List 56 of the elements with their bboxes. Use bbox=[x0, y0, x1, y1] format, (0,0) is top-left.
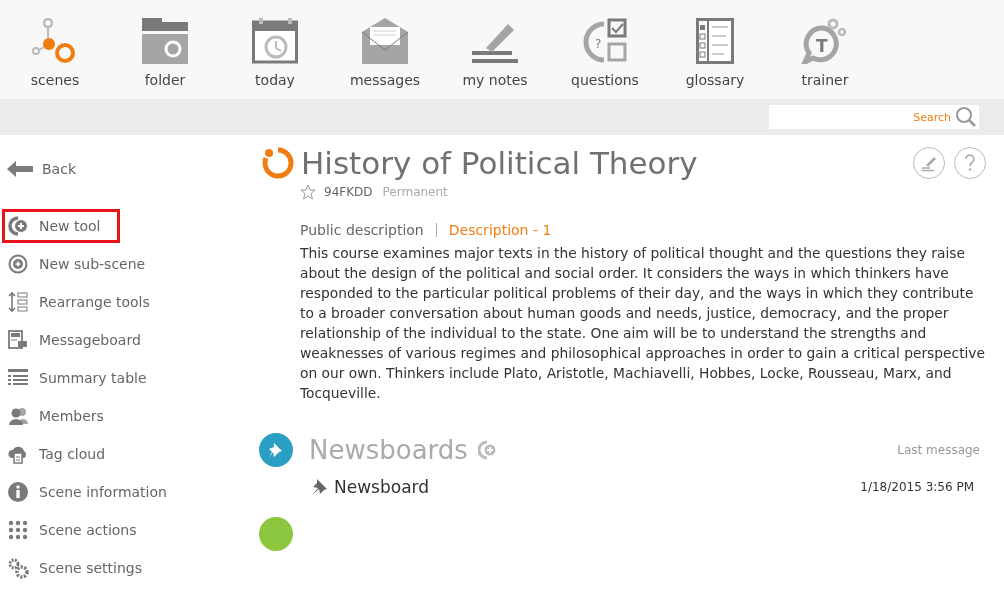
sidebar-item[interactable]: Summary table bbox=[0, 361, 157, 395]
pencil-icon bbox=[920, 154, 938, 172]
arc-icon bbox=[583, 21, 605, 63]
message-date: 1/18/2015 3:56 PM bbox=[860, 480, 974, 494]
trainer-letter: T bbox=[816, 36, 828, 56]
back-link[interactable]: Back bbox=[0, 152, 86, 186]
sidebar-item[interactable]: Messageboard bbox=[0, 323, 151, 357]
nav-item[interactable]: scenes bbox=[0, 0, 110, 99]
section-title: Newsboards bbox=[309, 435, 468, 465]
sidebar-item[interactable]: Scene actions bbox=[0, 513, 147, 547]
people-icon bbox=[7, 405, 29, 427]
scene-status: Permanent bbox=[382, 185, 448, 199]
question-mark-icon bbox=[963, 154, 977, 172]
newsboard-link[interactable]: Newsboard bbox=[334, 477, 430, 497]
nav-item[interactable]: my notes bbox=[440, 0, 550, 99]
nav-item[interactable]: today bbox=[220, 0, 330, 99]
description-tab[interactable]: Public description bbox=[300, 222, 424, 238]
description-text: This course examines major texts in the history of political thought and the questions they raise about the design of the political and social order. It considers the ways in which thinkers have responded to the particular political problems of their day, and the ways in which they contribute to a broader conversation about human goods and needs, justice, democracy, and the proper relationship of the individual to the state. One aim will be to understand the strengths and weaknesses of various regimes and philosophical approaches in order to gain a critical perspective on our own. Thinkers include Plato, Aristotle, Machiavelli, Hobbes, Locke, Rousseau, Marx, and Tocqueville. bbox=[300, 244, 986, 403]
add-tool-icon bbox=[7, 215, 29, 237]
envelope-icon bbox=[362, 18, 408, 64]
nav-item[interactable]: T trainer bbox=[770, 0, 880, 99]
board-icon bbox=[7, 329, 29, 351]
scene-title: History of Political Theory bbox=[301, 145, 699, 181]
nav-item[interactable]: messages bbox=[330, 0, 440, 99]
question-mark: ? bbox=[595, 37, 602, 51]
search-icon bbox=[955, 106, 977, 128]
add-circle-icon bbox=[7, 253, 29, 275]
gears-icon bbox=[827, 18, 847, 37]
folder-icon bbox=[142, 18, 188, 64]
nav-item[interactable]: ? questions bbox=[550, 0, 660, 99]
info-icon bbox=[7, 481, 29, 503]
settings-icon bbox=[7, 557, 29, 579]
pushpin-icon bbox=[310, 478, 328, 496]
checked-box-icon bbox=[607, 18, 627, 38]
scene-code: 94FKDD bbox=[324, 185, 373, 199]
empty-box-icon bbox=[607, 42, 627, 62]
sidebar-item[interactable]: Tag cloud bbox=[0, 437, 116, 471]
nav-item[interactable]: folder bbox=[110, 0, 220, 99]
favorite-star[interactable] bbox=[300, 184, 316, 200]
nav-item[interactable]: glossary bbox=[660, 0, 770, 99]
dots-grid-icon bbox=[7, 519, 29, 541]
search-field[interactable]: Search bbox=[769, 105, 979, 129]
reorder-icon bbox=[7, 291, 29, 313]
sidebar-item[interactable]: Scene information bbox=[0, 475, 177, 509]
add-button[interactable] bbox=[477, 440, 498, 460]
scene-logo-icon bbox=[261, 146, 295, 180]
column-label: Last message bbox=[897, 443, 980, 457]
back-arrow-icon bbox=[7, 161, 33, 177]
speech-bubble-icon bbox=[802, 25, 839, 64]
sidebar-item[interactable]: Rearrange tools bbox=[0, 285, 160, 319]
calendar-icon bbox=[252, 18, 298, 64]
list-document-icon bbox=[696, 18, 734, 64]
sidebar-item[interactable]: New sub-scene bbox=[0, 247, 156, 281]
sidebar-item[interactable]: New tool bbox=[2, 209, 120, 243]
sidebar-item[interactable]: Members bbox=[0, 399, 114, 433]
sidebar-item[interactable]: Scene settings bbox=[0, 551, 152, 585]
